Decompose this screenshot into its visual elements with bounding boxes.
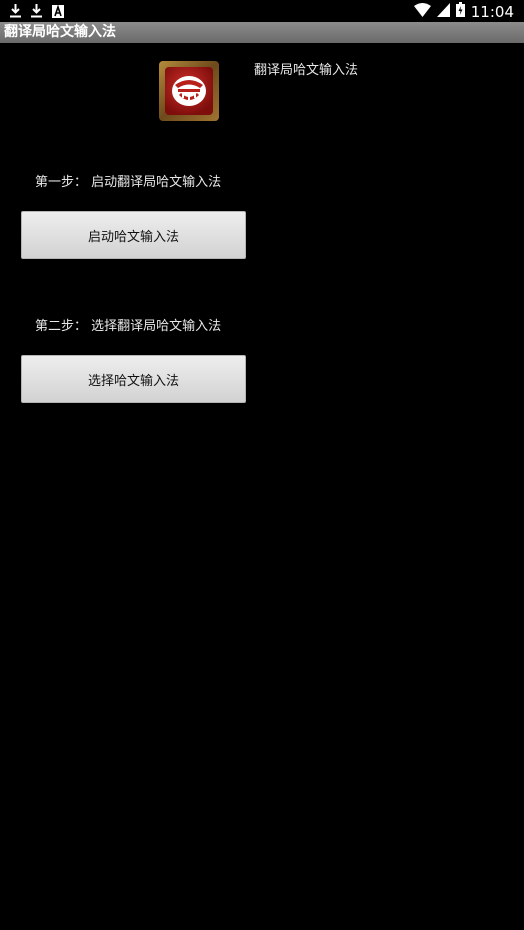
- notification-a-icon: [52, 3, 64, 22]
- step1-label: 第一步： 启动翻译局哈文输入法: [35, 175, 222, 190]
- status-left-icons: [10, 3, 64, 22]
- app-logo-icon: [159, 61, 219, 121]
- select-ime-button[interactable]: 选择哈文输入法: [21, 355, 246, 403]
- status-time: 11:04: [470, 2, 514, 21]
- title-bar: 翻译局哈文输入法: [0, 22, 524, 43]
- enable-ime-button[interactable]: 启动哈文输入法: [21, 211, 246, 259]
- status-right-icons: 11:04: [413, 2, 514, 21]
- download-icon: [10, 3, 21, 22]
- app-name: 翻译局哈文输入法: [254, 63, 359, 78]
- signal-icon: [436, 2, 450, 21]
- window-title: 翻译局哈文输入法: [4, 24, 116, 40]
- battery-icon: [455, 2, 465, 21]
- download-icon: [31, 3, 42, 22]
- status-bar: 11:04: [0, 0, 524, 22]
- step2-label: 第二步： 选择翻译局哈文输入法: [35, 319, 222, 334]
- wifi-icon: [413, 2, 431, 21]
